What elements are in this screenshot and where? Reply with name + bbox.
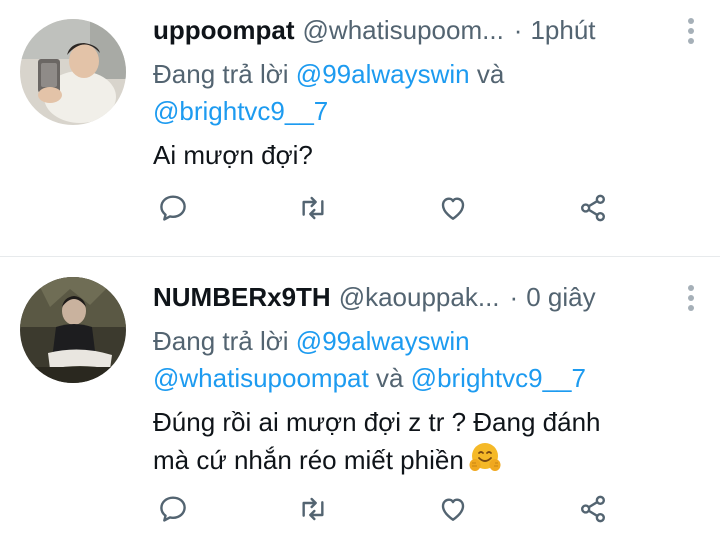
conjunction: và [476,59,505,89]
share-button[interactable] [573,489,613,529]
share-icon [581,194,605,222]
tweet[interactable]: uppoompat @whatisupoom... · 1phút Đang t… [0,0,720,256]
retweet-button[interactable] [293,489,333,529]
mention-link[interactable]: @99alwayswin [296,326,470,356]
reply-prefix: Đang trả lời [153,59,289,89]
tweet-text-line: mà cứ nhắn réo miết phiền [153,445,464,475]
tweet-text: Ai mượn đợi? [153,140,313,170]
mention-link[interactable]: @brightvc9__7 [153,96,328,126]
hugging-face-emoji [468,441,502,475]
avatar[interactable] [20,19,126,125]
reply-icon [160,496,186,522]
tweet-content: uppoompat @whatisupoom... · 1phút Đang t… [153,12,700,174]
retweet-icon [302,196,324,220]
replying-to: Đang trả lời @99alwayswin và @brightvc9_… [153,56,700,130]
timestamp[interactable]: 0 giây [526,282,595,313]
tweet-content: NUMBERx9TH @kaouppak... · 0 giây Đang tr… [153,279,700,479]
user-handle[interactable]: @kaouppak... [339,282,500,313]
like-button[interactable] [433,489,473,529]
timestamp[interactable]: 1phút [530,15,595,46]
tweet-feed: uppoompat @whatisupoom... · 1phút Đang t… [0,0,720,543]
reply-prefix: Đang trả lời [153,326,289,356]
tweet-text-line: Đúng rồi ai mượn đợi z tr ? Đang đánh [153,407,601,437]
separator-dot: · [509,281,519,312]
more-vertical-icon[interactable] [676,14,706,48]
share-button[interactable] [573,188,613,228]
display-name[interactable]: NUMBERx9TH [153,282,331,313]
separator-dot: · [513,14,523,45]
tweet-header: uppoompat @whatisupoom... · 1phút [153,12,700,48]
like-button[interactable] [433,188,473,228]
avatar-photo [20,19,126,125]
reply-button[interactable] [153,489,193,529]
share-icon [581,495,605,523]
avatar-photo [20,277,126,383]
user-handle[interactable]: @whatisupoom... [303,15,504,46]
conjunction: và [375,363,404,393]
mention-link[interactable]: @whatisupoompat [153,363,369,393]
reply-button[interactable] [153,188,193,228]
tweet-header: NUMBERx9TH @kaouppak... · 0 giây [153,279,700,315]
retweet-icon [302,497,324,521]
display-name[interactable]: uppoompat [153,15,295,46]
heart-icon [441,197,465,220]
avatar[interactable] [20,277,126,383]
retweet-button[interactable] [293,188,333,228]
mention-link[interactable]: @99alwayswin [296,59,470,89]
more-vertical-icon[interactable] [676,281,706,315]
reply-icon [160,195,186,221]
heart-icon [441,498,465,521]
tweet[interactable]: NUMBERx9TH @kaouppak... · 0 giây Đang tr… [0,257,720,543]
mention-link[interactable]: @brightvc9__7 [411,363,586,393]
replying-to: Đang trả lời @99alwayswin @whatisupoompa… [153,323,700,397]
tweet-text: Đúng rồi ai mượn đợi z tr ? Đang đánh mà… [153,403,700,479]
